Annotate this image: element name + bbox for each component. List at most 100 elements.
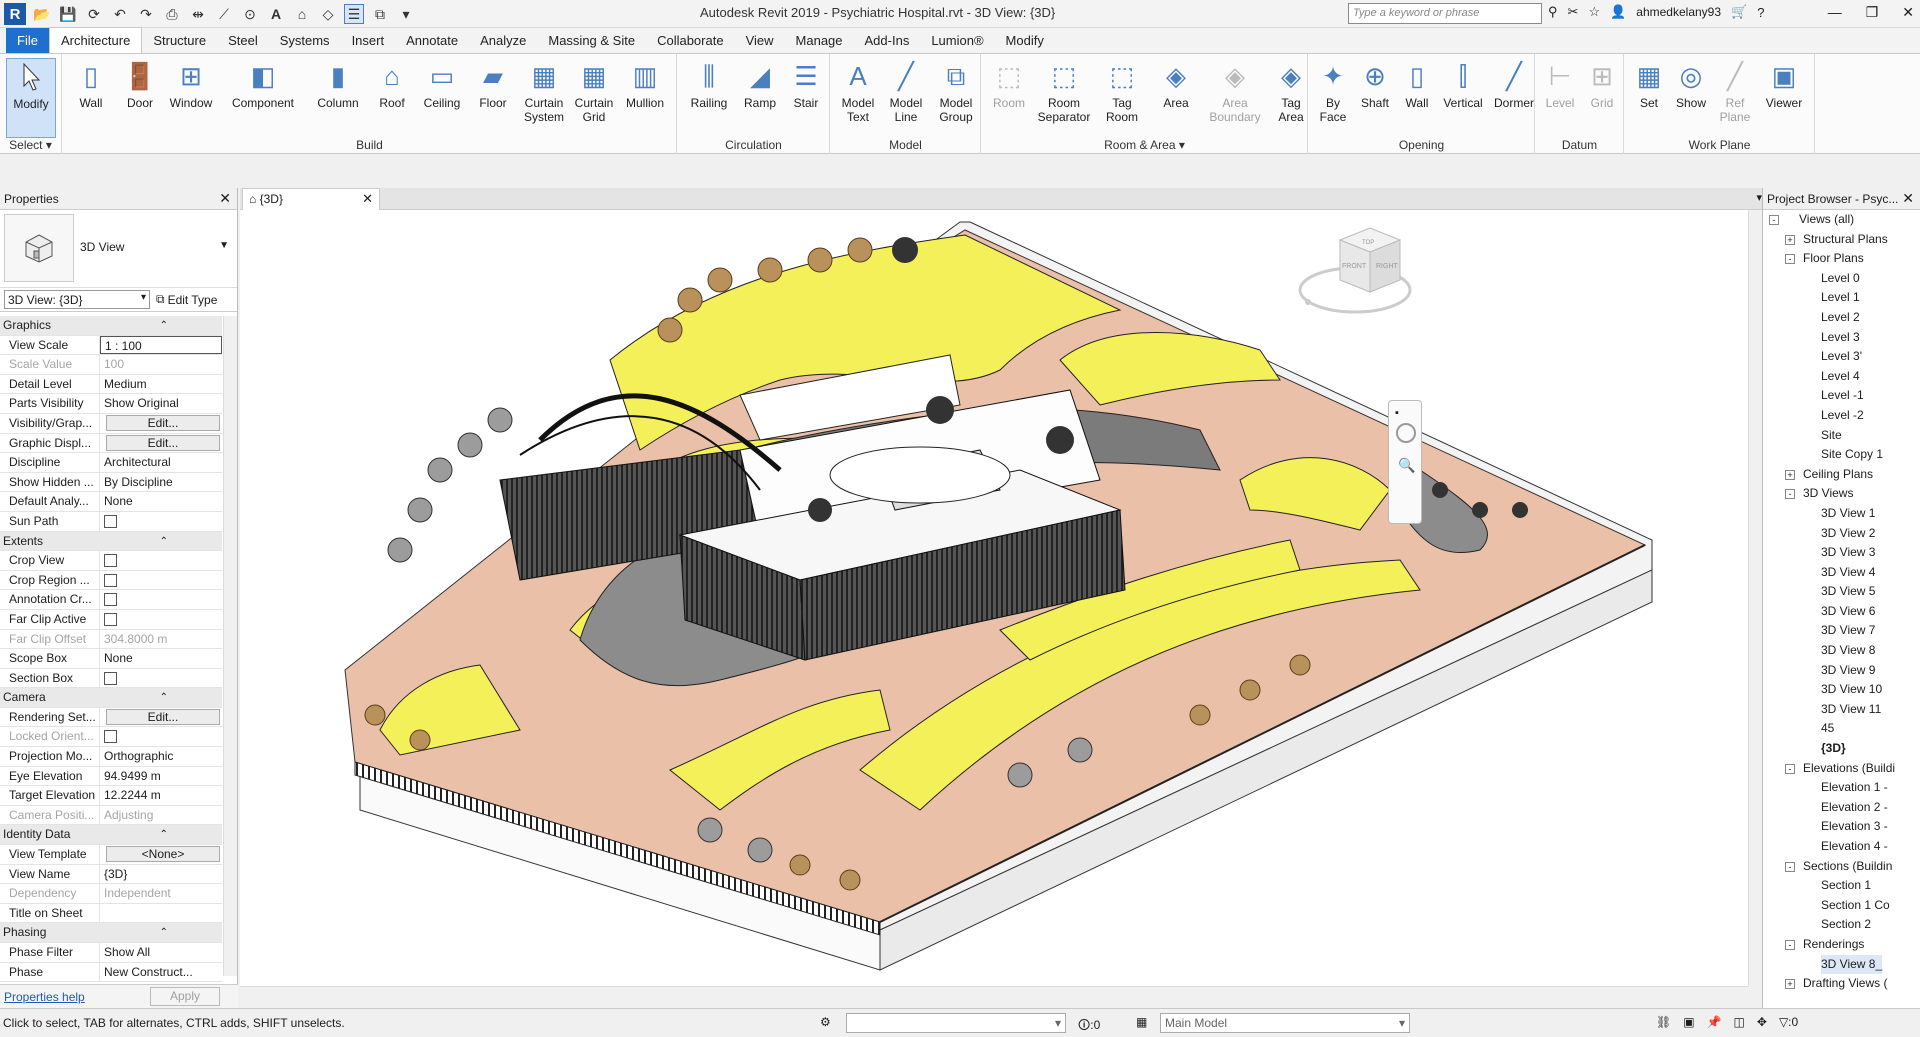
collapse-icon[interactable]: -	[1785, 939, 1795, 950]
browser-node[interactable]: - Elevations (Buildi	[1763, 759, 1920, 779]
browser-node[interactable]: Level 4	[1763, 367, 1920, 387]
browser-node[interactable]: 3D View 11	[1763, 700, 1920, 720]
property-value[interactable]: Architectural	[100, 453, 222, 472]
property-value[interactable]: Medium	[100, 375, 222, 394]
circ-tool-stair[interactable]: ☰ Stair	[784, 58, 828, 110]
collapse-icon[interactable]: -	[1785, 254, 1795, 265]
property-value[interactable]: Independent	[100, 884, 222, 903]
minimize-icon[interactable]: —	[1828, 4, 1842, 21]
property-checkbox[interactable]	[104, 573, 117, 587]
select-underlay-icon[interactable]: ▣	[1683, 1015, 1694, 1029]
browser-node[interactable]: Elevation 1 -	[1763, 778, 1920, 798]
expand-icon[interactable]: +	[1785, 234, 1795, 245]
property-value[interactable]: 304.8000 m	[100, 630, 222, 649]
browser-node[interactable]: Elevation 2 -	[1763, 798, 1920, 818]
browser-node[interactable]: 3D View 4	[1763, 563, 1920, 583]
tab-modify[interactable]: Modify	[995, 28, 1055, 53]
apply-button[interactable]: Apply	[150, 987, 220, 1006]
model-selector[interactable]: Main Model ▾	[1160, 1013, 1410, 1033]
viewport-horizontal-scrollbar[interactable]	[240, 986, 1748, 1004]
property-checkbox[interactable]	[104, 671, 117, 685]
property-value[interactable]: {3D}	[100, 865, 222, 884]
zoom-icon[interactable]: 🔍	[1398, 457, 1415, 474]
save-icon[interactable]: 💾	[58, 4, 78, 24]
property-value[interactable]: None	[100, 649, 222, 668]
datum-tool-level[interactable]: ⊢ Level	[1540, 58, 1580, 110]
close-icon[interactable]: ✕	[1902, 4, 1914, 21]
properties-help-link[interactable]: Properties help	[4, 990, 85, 1004]
view-selector[interactable]: 3D View: {3D} ▾	[4, 290, 150, 309]
browser-node[interactable]: Section 1 Co	[1763, 896, 1920, 916]
tab-massing-site[interactable]: Massing & Site	[537, 28, 646, 53]
model-tool-model-group[interactable]: ⧉ Model Group	[931, 58, 981, 124]
text-icon[interactable]: A	[266, 4, 286, 24]
build-tool-window[interactable]: ⊞ Window	[165, 58, 217, 110]
property-checkbox[interactable]	[104, 593, 117, 607]
opening-tool-wall[interactable]: ▯ Wall	[1397, 58, 1437, 110]
cart-icon[interactable]: 🛒	[1731, 4, 1747, 20]
opening-tool-shaft[interactable]: ⊕ Shaft	[1355, 58, 1395, 110]
undo-icon[interactable]: ↶	[110, 4, 130, 24]
room-tool-room-separator[interactable]: ⬚ Room Separator	[1034, 58, 1094, 124]
user-name[interactable]: ahmedkelany93	[1636, 5, 1721, 19]
browser-node[interactable]: Level 0	[1763, 269, 1920, 289]
property-checkbox[interactable]	[104, 514, 117, 528]
room-area-panel-title[interactable]: Room & Area ▾	[982, 138, 1307, 152]
navigation-bar[interactable]: ▪ 🔍	[1388, 400, 1422, 524]
property-value[interactable]: 1:100	[100, 355, 222, 374]
property-value[interactable]: 12.2244 m	[100, 786, 222, 805]
tab-steel[interactable]: Steel	[217, 28, 269, 53]
editable-count[interactable]: 🛈:0	[1078, 1016, 1100, 1037]
property-section[interactable]: Camera ⌃	[0, 688, 222, 708]
collapse-icon[interactable]: ⌃	[160, 316, 168, 335]
property-button[interactable]: <None>	[106, 846, 220, 863]
property-checkbox[interactable]	[104, 554, 117, 568]
workplane-tool-show[interactable]: ◎ Show	[1671, 58, 1711, 110]
collapse-icon[interactable]: -	[1785, 763, 1795, 774]
collapse-icon[interactable]: ⌃	[160, 923, 168, 942]
room-tool-tag-room[interactable]: ⬚ Tag Room	[1096, 58, 1148, 124]
browser-node[interactable]: Level 3	[1763, 328, 1920, 348]
viewcube[interactable]: TOP FRONT RIGHT	[1298, 227, 1412, 314]
browser-node[interactable]: 3D View 9	[1763, 661, 1920, 681]
opening-tool-by-face[interactable]: ✦ By Face	[1313, 58, 1353, 124]
property-value[interactable]: Show Original	[100, 394, 222, 413]
browser-node[interactable]: Section 2	[1763, 915, 1920, 935]
search-input[interactable]: Type a keyword or phrase	[1348, 3, 1542, 24]
property-value[interactable]: None	[100, 492, 222, 511]
browser-node[interactable]: Site	[1763, 426, 1920, 446]
build-tool-column[interactable]: ▮ Column	[309, 58, 367, 110]
tab-collaborate[interactable]: Collaborate	[646, 28, 735, 53]
sync-icon[interactable]: ⟳	[84, 4, 104, 24]
circ-tool-railing[interactable]: ⫼ Railing	[682, 58, 736, 110]
build-tool-mullion[interactable]: ▥ Mullion	[619, 58, 671, 110]
workplane-tool-ref-plane[interactable]: ╱ Ref Plane	[1713, 58, 1757, 124]
browser-node[interactable]: Section 1	[1763, 876, 1920, 896]
browser-node[interactable]: Elevation 4 -	[1763, 837, 1920, 857]
browser-node[interactable]: Level -1	[1763, 386, 1920, 406]
property-section[interactable]: Phasing ⌃	[0, 923, 222, 943]
browser-node[interactable]: 3D View 5	[1763, 582, 1920, 602]
build-tool-curtain-system[interactable]: ▦ Curtain System	[519, 58, 569, 124]
browser-node[interactable]: + Drafting Views (	[1763, 974, 1920, 994]
build-tool-roof[interactable]: ⌂ Roof	[369, 58, 415, 110]
help-icon[interactable]: ?	[1757, 5, 1764, 20]
browser-node[interactable]: - Views (all)	[1763, 210, 1920, 230]
browser-node[interactable]: 3D View 8	[1763, 641, 1920, 661]
circ-tool-ramp[interactable]: ◢ Ramp	[738, 58, 782, 110]
revit-app-button[interactable]: R	[4, 3, 26, 25]
tag-icon[interactable]: ⊙	[240, 4, 260, 24]
customize-qat-icon[interactable]: ▾	[396, 4, 416, 24]
property-value[interactable]	[100, 904, 222, 923]
type-selector[interactable]: 3D View ▼	[0, 210, 237, 288]
workset-selector[interactable]: ▾	[846, 1013, 1066, 1033]
workset-icon[interactable]: ⚙	[820, 1015, 831, 1029]
view-tab-3d[interactable]: ⌂ {3D} ✕	[242, 188, 380, 210]
property-button[interactable]: Edit...	[106, 414, 220, 431]
expand-icon[interactable]: +	[1785, 979, 1795, 990]
tab-analyze[interactable]: Analyze	[469, 28, 537, 53]
dimension-icon[interactable]: ⟋	[214, 4, 234, 24]
property-checkbox[interactable]	[104, 612, 117, 626]
browser-node[interactable]: 3D View 10	[1763, 680, 1920, 700]
collapse-icon[interactable]: -	[1785, 489, 1795, 500]
